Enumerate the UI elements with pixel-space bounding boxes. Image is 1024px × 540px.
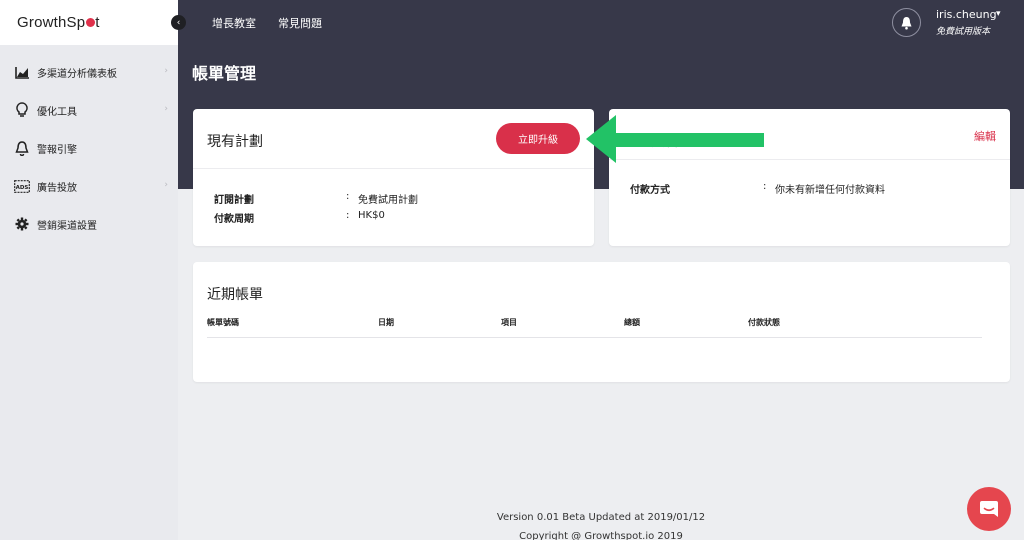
- user-menu[interactable]: iris.cheung ▾ 免費試用版本: [936, 8, 1001, 37]
- chat-launcher-icon[interactable]: [967, 487, 1011, 531]
- sidebar: GrowthSp t 多渠道分析儀表板 › 優化工具 › 警報引擎 ADS 廣告…: [0, 0, 178, 540]
- page-title: 帳單管理: [192, 64, 257, 83]
- separator: :: [346, 210, 350, 221]
- top-nav: 增長教室 常見問題: [212, 15, 322, 31]
- sidebar-item-label: 多渠道分析儀表板: [37, 68, 117, 80]
- caret-down-icon: ▾: [996, 9, 1001, 19]
- nav-link-faq[interactable]: 常見問題: [278, 15, 322, 31]
- edit-link[interactable]: 編輯: [974, 128, 996, 144]
- sidebar-item-label: 廣告投放: [37, 182, 77, 194]
- growthspot-logo[interactable]: GrowthSp t: [17, 14, 100, 31]
- payment-method-label: 付款方式: [630, 185, 670, 196]
- notification-bell-icon[interactable]: [892, 8, 921, 37]
- table-divider: [207, 337, 982, 338]
- payment-cycle-value: HK$0: [358, 210, 385, 221]
- column-header-date: 日期: [378, 318, 394, 327]
- column-header-item: 項目: [501, 318, 517, 327]
- nav-link-growth-class[interactable]: 增長教室: [212, 15, 256, 31]
- ads-icon: ADS: [14, 178, 30, 194]
- separator: :: [763, 181, 767, 192]
- payment-cycle-label: 付款周期: [214, 214, 254, 225]
- separator: :: [346, 191, 350, 202]
- top-header: 增長教室 常見問題 iris.cheung ▾ 免費試用版本: [178, 0, 1024, 45]
- svg-text:ADS: ADS: [16, 185, 29, 191]
- card-header: 現有計劃 立即升級: [193, 109, 594, 169]
- bell-icon: [14, 140, 30, 156]
- card-title: 現有計劃: [207, 134, 263, 150]
- arrow-left-icon: [584, 112, 766, 170]
- sidebar-item-label: 優化工具: [37, 106, 77, 118]
- column-header-total: 總額: [624, 318, 640, 327]
- upgrade-button[interactable]: 立即升級: [496, 123, 580, 154]
- recent-bills-card: 近期帳單 帳單號碼 日期 項目 總額 付款狀態: [193, 262, 1010, 382]
- subscription-plan-value: 免費試用計劃: [358, 195, 418, 206]
- column-header-payment-status: 付款狀態: [748, 318, 780, 327]
- sidebar-nav: 多渠道分析儀表板 › 優化工具 › 警報引擎 ADS 廣告投放 › 營銷渠道設置: [0, 45, 178, 243]
- footer-copyright: Copyright @ Growthspot.io 2019: [519, 531, 683, 540]
- sidebar-item-optimization[interactable]: 優化工具 ›: [0, 91, 178, 129]
- footer-version: Version 0.01 Beta Updated at 2019/01/12: [496, 512, 706, 523]
- user-plan: 免費試用版本: [936, 27, 991, 37]
- chevron-right-icon: ›: [164, 180, 168, 190]
- collapse-sidebar-icon[interactable]: ‹: [171, 15, 186, 30]
- area-chart-icon: [14, 64, 30, 80]
- sidebar-item-alerts[interactable]: 警報引擎: [0, 129, 178, 167]
- card-title: 近期帳單: [207, 287, 263, 303]
- chevron-right-icon: ›: [164, 104, 168, 114]
- current-plan-card: 現有計劃 立即升級 訂閱計劃 : 免費試用計劃 付款周期 : HK$0: [193, 109, 594, 246]
- subscription-plan-label: 訂閱計劃: [214, 195, 254, 206]
- sidebar-item-label: 警報引擎: [37, 144, 77, 156]
- sidebar-item-ads[interactable]: ADS 廣告投放 ›: [0, 167, 178, 205]
- user-name: iris.cheung: [936, 8, 997, 21]
- lightbulb-icon: [14, 102, 30, 118]
- payment-method-value: 你未有新增任何付款資料: [775, 185, 885, 196]
- column-header-invoice-number: 帳單號碼: [207, 318, 239, 327]
- chevron-right-icon: ›: [164, 66, 168, 76]
- logo-bar: GrowthSp t: [0, 0, 178, 45]
- gear-icon: [14, 216, 30, 232]
- sidebar-item-label: 營銷渠道設置: [37, 220, 97, 232]
- sidebar-item-dashboard[interactable]: 多渠道分析儀表板 ›: [0, 53, 178, 91]
- sidebar-item-channel-settings[interactable]: 營銷渠道設置: [0, 205, 178, 243]
